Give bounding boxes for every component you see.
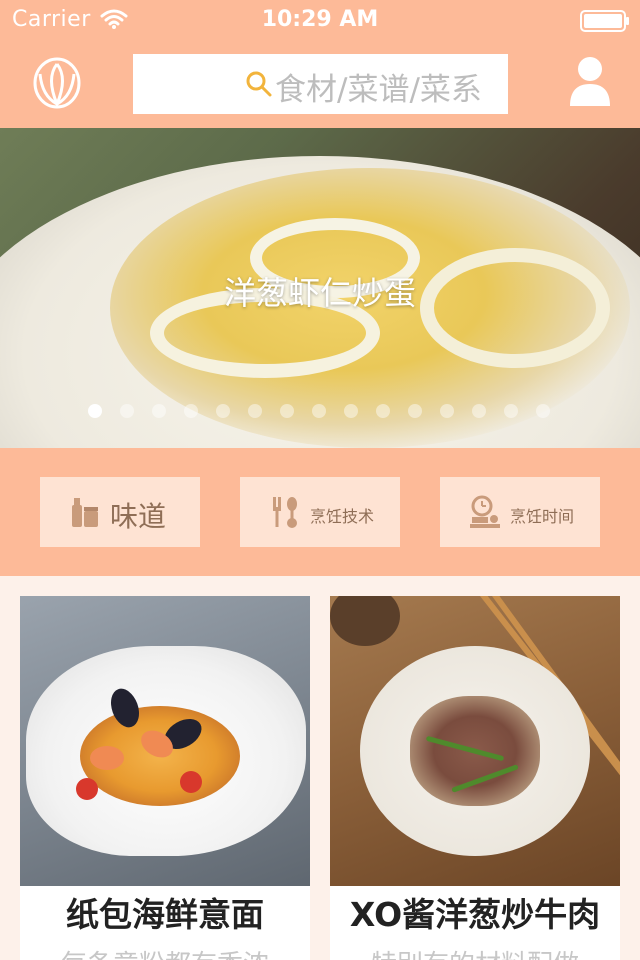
kitchen-timer-icon [470,495,500,528]
recipe-card[interactable]: 纸包海鲜意面 每条意粉都有香浓 [20,596,310,960]
carousel-dot[interactable] [376,404,390,418]
clock: 10:29 AM [261,7,379,32]
carousel-dot[interactable] [248,404,262,418]
status-bar: Carrier 10:29 AM [0,0,640,40]
recipe-image [330,596,620,886]
carousel-dot[interactable] [504,404,518,418]
tulip-logo-button[interactable] [30,56,84,110]
carousel-dot[interactable] [280,404,294,418]
category-bar: 味道 烹饪技术 烹饪时间 [0,448,640,576]
recipe-image [20,596,310,886]
recipe-title: 纸包海鲜意面 [66,895,264,934]
recipe-list: 纸包海鲜意面 每条意粉都有香浓 XO酱洋葱炒牛肉 特别有的材料配做 [0,576,640,960]
carousel-page-indicator[interactable] [88,404,550,418]
utensils-icon [273,497,297,528]
carousel-dot[interactable] [408,404,422,418]
featured-recipe-banner[interactable]: 洋葱虾仁炒蛋 [0,128,640,448]
carousel-dot[interactable] [152,404,166,418]
carousel-dot[interactable] [88,404,102,418]
search-icon [246,71,272,97]
banner-title: 洋葱虾仁炒蛋 [223,274,416,312]
category-taste-label: 味道 [110,500,167,533]
category-technique-label: 烹饪技术 [310,507,375,526]
category-time-label: 烹饪时间 [510,507,575,526]
carousel-dot[interactable] [472,404,486,418]
condiment-bottles-icon [72,498,98,527]
recipe-description: 每条意粉都有香浓 [20,944,310,960]
carousel-dot[interactable] [344,404,358,418]
recipe-title: XO酱洋葱炒牛肉 [349,895,601,934]
carousel-dot[interactable] [536,404,550,418]
category-time-button[interactable]: 烹饪时间 [440,477,600,547]
user-icon [570,57,610,106]
search-input[interactable]: 食材/菜谱/菜系 [133,54,508,114]
carousel-dot[interactable] [120,404,134,418]
tulip-logo-icon [33,57,81,109]
carousel-dot[interactable] [440,404,454,418]
carousel-dot[interactable] [312,404,326,418]
category-technique-button[interactable]: 烹饪技术 [240,477,400,547]
category-taste-button[interactable]: 味道 [40,477,200,547]
battery-icon [580,10,629,32]
carousel-dot[interactable] [216,404,230,418]
header: Carrier 10:29 AM 食材/菜谱/菜系 [0,0,640,128]
search-placeholder: 食材/菜谱/菜系 [275,72,482,108]
carousel-dot[interactable] [184,404,198,418]
recipe-card[interactable]: XO酱洋葱炒牛肉 特别有的材料配做 [330,596,620,960]
user-profile-button[interactable] [568,56,612,106]
recipe-description: 特别有的材料配做 [330,944,620,960]
